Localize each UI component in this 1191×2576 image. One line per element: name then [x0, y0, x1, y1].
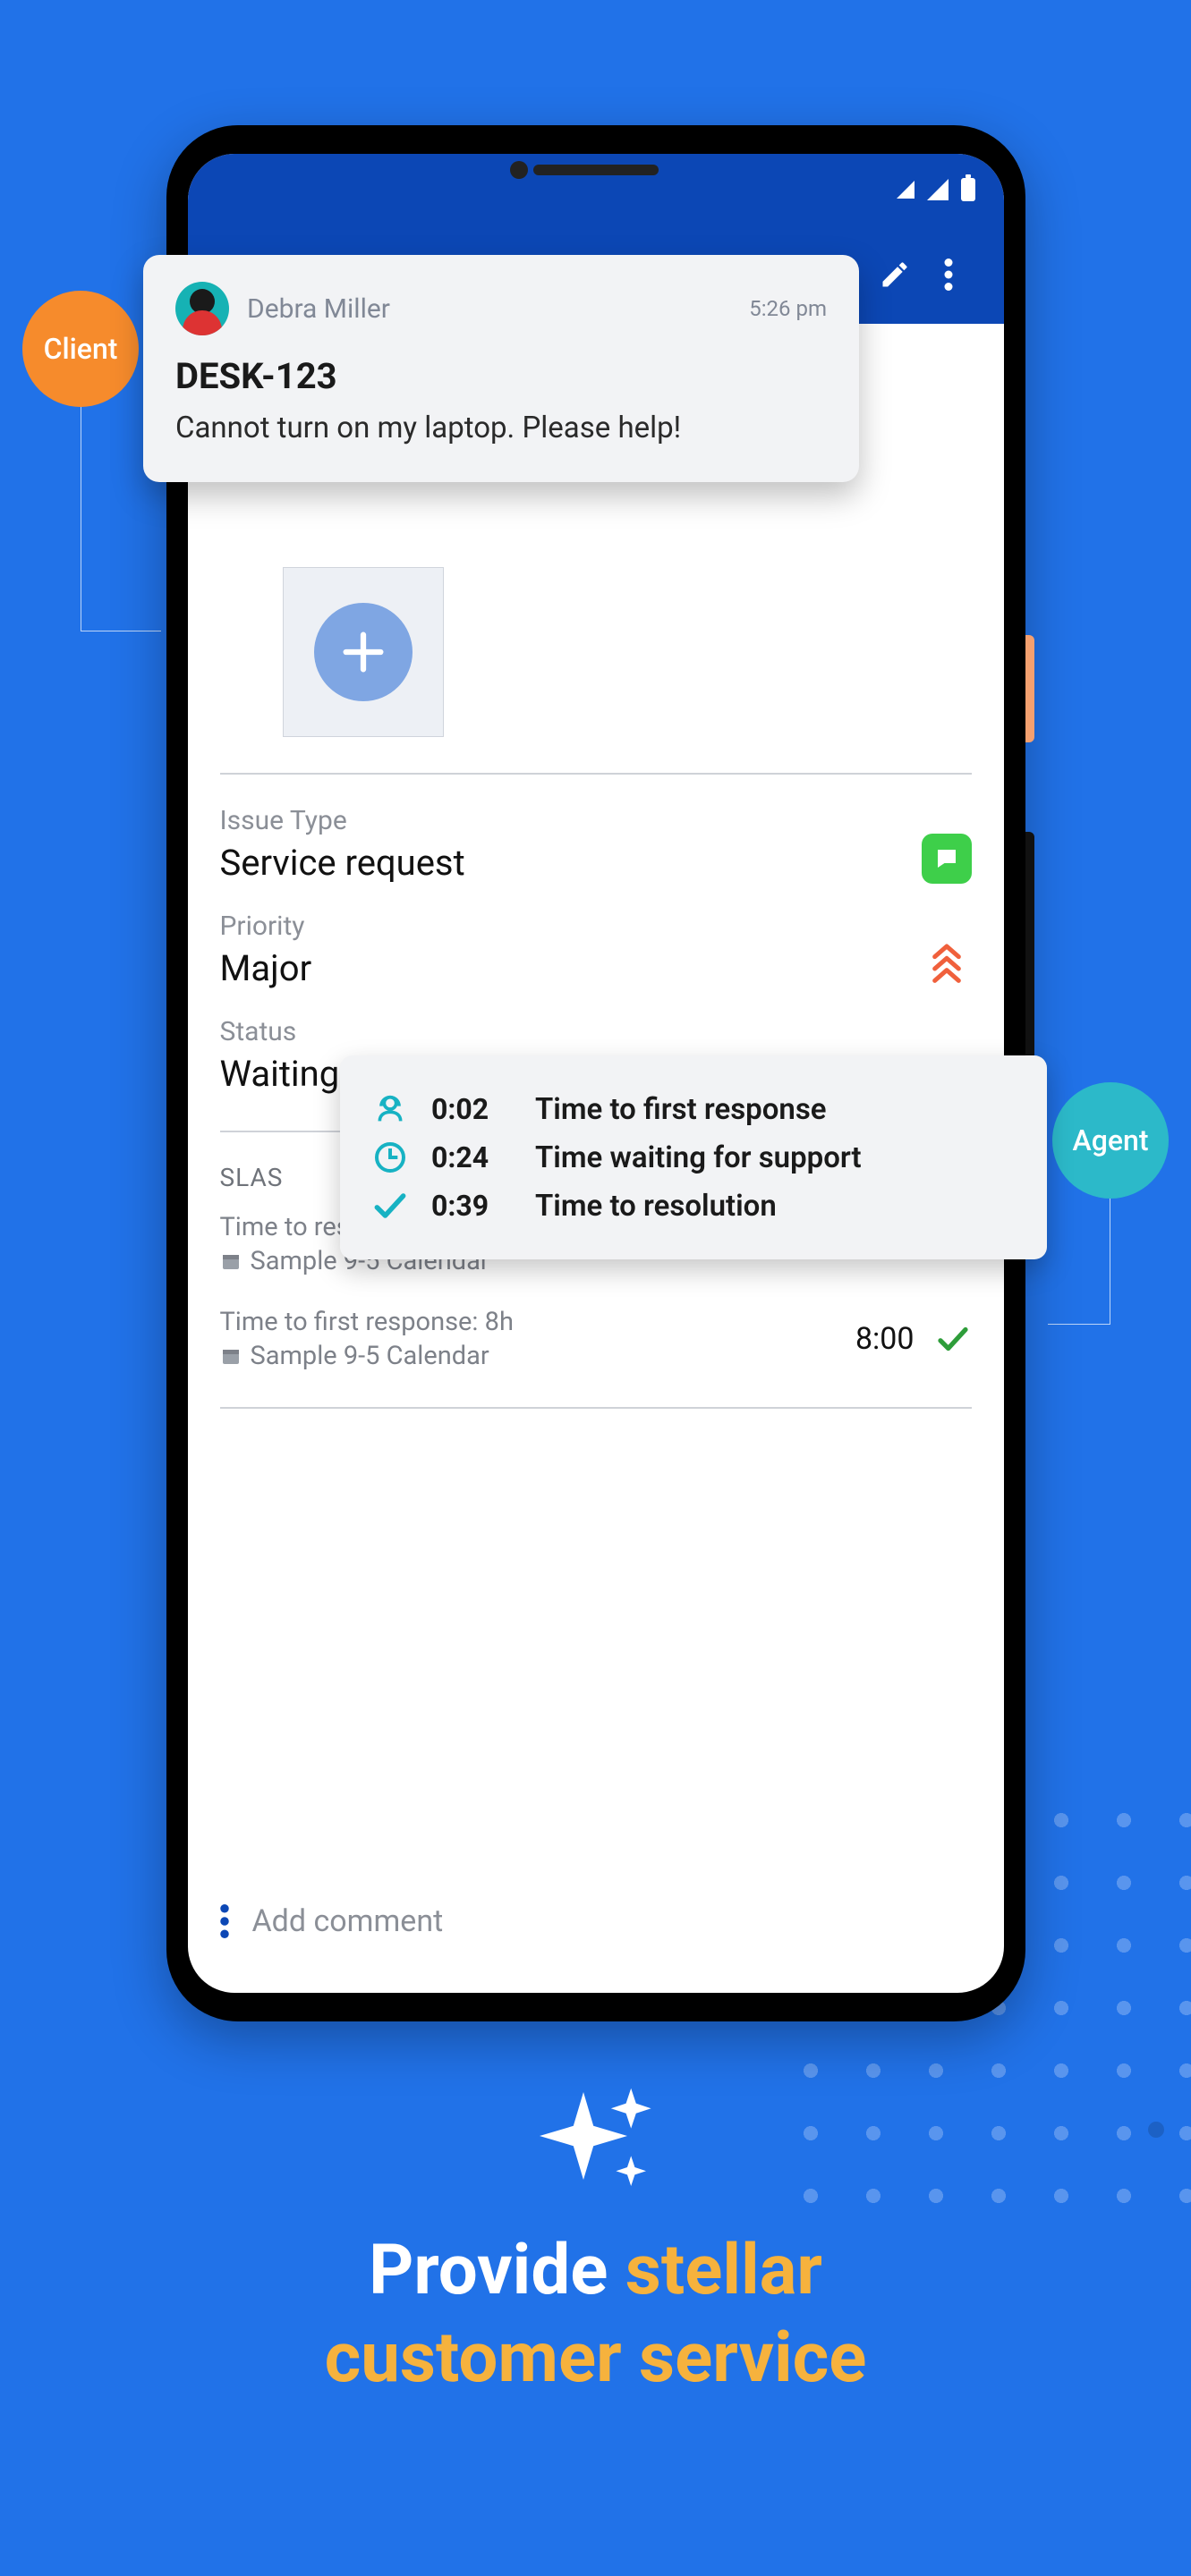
chat-bubble-icon — [922, 834, 972, 884]
calendar-icon — [220, 1250, 242, 1272]
headset-icon — [370, 1089, 410, 1129]
add-comment-bar[interactable]: Add comment — [188, 1878, 1004, 1964]
phone-camera — [510, 161, 528, 179]
agent-badge: Agent — [1052, 1082, 1169, 1199]
field-icon — [922, 834, 972, 884]
more-vertical-icon — [944, 258, 953, 291]
more-button[interactable] — [922, 248, 975, 301]
sla-time: 8:00 — [855, 1321, 915, 1357]
tagline-word: Provide — [369, 2230, 608, 2311]
message-author: Debra Miller — [247, 293, 731, 325]
wifi-icon — [897, 181, 915, 199]
tagline-word: customer service — [325, 2318, 867, 2399]
field-label: Issue Type — [220, 805, 922, 836]
sla-timer-label: Time to resolution — [535, 1189, 777, 1224]
priority-chevrons-icon — [922, 939, 972, 989]
avatar — [175, 282, 229, 335]
edit-button[interactable] — [868, 248, 922, 301]
field-issue-type[interactable]: Issue Type Service request — [220, 805, 972, 884]
marketing-tagline: Provide stellar customer service — [0, 2084, 1191, 2402]
divider — [220, 1407, 972, 1409]
check-icon — [934, 1320, 972, 1358]
field-priority[interactable]: Priority Major — [220, 911, 972, 989]
message-body: Cannot turn on my laptop. Please help! — [175, 410, 827, 448]
pencil-icon — [879, 258, 911, 291]
clock-outline-icon — [370, 1138, 410, 1177]
comment-placeholder: Add comment — [252, 1903, 444, 1939]
tagline-word: stellar — [625, 2230, 822, 2311]
sparkle-icon — [533, 2084, 659, 2200]
ticket-message-card: Debra Miller 5:26 pm DESK-123 Cannot tur… — [143, 255, 859, 482]
field-value: Service request — [220, 842, 922, 884]
more-vertical-icon — [220, 1904, 229, 1938]
sla-timer-value: 0:39 — [431, 1189, 514, 1223]
sla-timer-row: 0:24 Time waiting for support — [370, 1138, 1017, 1177]
sla-timers-tooltip: 0:02 Time to first response 0:24 Time wa… — [340, 1055, 1047, 1259]
check-icon — [370, 1186, 410, 1225]
add-attachment-button[interactable] — [283, 567, 444, 737]
sla-timer-row: 0:02 Time to first response — [370, 1089, 1017, 1129]
plus-circle-icon — [314, 603, 413, 701]
client-badge: Client — [22, 291, 139, 407]
signal-icon — [927, 179, 949, 200]
field-value: Major — [220, 947, 922, 989]
field-label: Priority — [220, 911, 922, 942]
sla-row: Time to first response: 8h Sample 9-5 Ca… — [220, 1307, 972, 1371]
sla-timer-label: Time waiting for support — [535, 1140, 862, 1175]
phone-side-button — [1025, 635, 1034, 742]
sla-timer-value: 0:02 — [431, 1092, 514, 1126]
phone-speaker — [533, 165, 659, 175]
phone-side-button — [1025, 832, 1034, 1082]
field-label: Status — [220, 1016, 972, 1047]
message-time: 5:26 pm — [749, 296, 827, 321]
sla-timer-label: Time to first response — [535, 1092, 827, 1127]
calendar-icon — [220, 1345, 242, 1367]
sla-calendar: Sample 9-5 Calendar — [251, 1341, 489, 1371]
connector-line — [1048, 1324, 1110, 1325]
sla-timer-row: 0:39 Time to resolution — [370, 1186, 1017, 1225]
battery-icon — [961, 178, 975, 201]
sla-timer-value: 0:24 — [431, 1140, 514, 1174]
ticket-id: DESK-123 — [175, 355, 827, 397]
sla-description: Time to first response: 8h — [220, 1307, 855, 1337]
divider — [220, 773, 972, 775]
